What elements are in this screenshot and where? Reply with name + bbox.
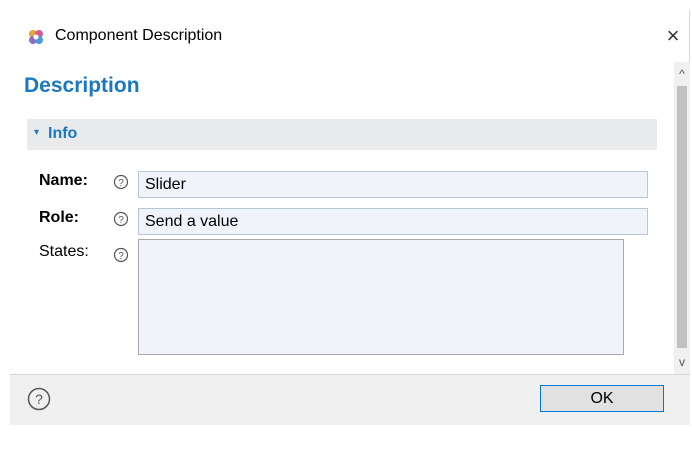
section-label: Info — [48, 125, 78, 142]
close-button[interactable]: × — [661, 24, 685, 48]
role-help-icon[interactable]: ? — [113, 211, 129, 227]
window-title: Component Description — [55, 27, 223, 44]
svg-text:?: ? — [118, 215, 124, 226]
name-field[interactable] — [138, 171, 648, 198]
svg-text:?: ? — [118, 178, 124, 189]
scroll-down-icon[interactable]: v — [674, 354, 690, 371]
svg-text:?: ? — [118, 251, 124, 262]
title-bar: Component Description × — [10, 10, 689, 62]
button-bar: ? OK — [10, 374, 690, 425]
ok-button[interactable]: OK — [540, 385, 664, 412]
name-label: Name: — [39, 172, 88, 189]
vertical-scrollbar[interactable]: ^ v — [674, 62, 690, 374]
states-help-icon[interactable]: ? — [113, 247, 129, 263]
page-title: Description — [24, 74, 140, 97]
role-field[interactable] — [138, 208, 648, 235]
role-label: Role: — [39, 209, 79, 226]
states-field[interactable] — [138, 239, 624, 355]
info-section-header[interactable]: ▾ Info — [27, 119, 657, 150]
name-help-icon[interactable]: ? — [113, 174, 129, 190]
component-description-dialog: Component Description × Description ▾ In… — [10, 10, 690, 425]
chevron-down-icon[interactable]: ▾ — [34, 127, 39, 138]
svg-text:?: ? — [35, 391, 43, 407]
app-logo-icon — [27, 28, 45, 46]
content-area: Description ▾ Info Name: ? Role: ? State… — [10, 62, 674, 374]
states-label: States: — [39, 243, 89, 260]
scroll-up-icon[interactable]: ^ — [674, 66, 690, 83]
help-icon[interactable]: ? — [27, 387, 51, 411]
scroll-thumb[interactable] — [677, 86, 687, 348]
